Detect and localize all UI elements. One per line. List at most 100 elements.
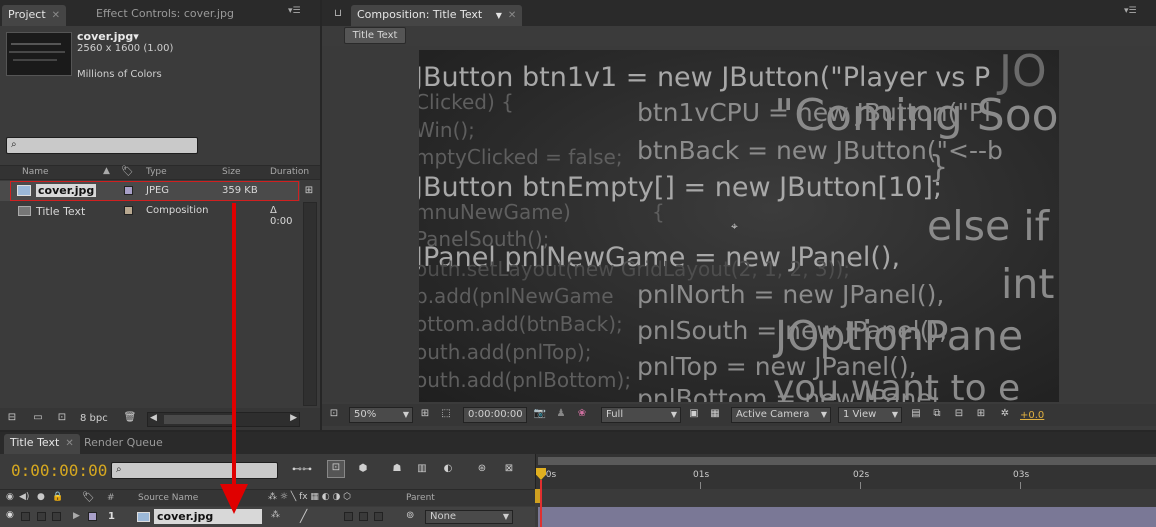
- project-search-input[interactable]: ⌕: [6, 137, 198, 154]
- 3d-layer-switch[interactable]: [374, 512, 383, 521]
- bpc-label[interactable]: 8 bpc: [80, 413, 108, 424]
- project-item-title-text[interactable]: Title Text Composition Δ 0:00: [0, 202, 300, 227]
- image-icon: [137, 512, 150, 522]
- trash-icon[interactable]: 🗑: [123, 411, 137, 425]
- label-tag-icon[interactable]: 🏷: [121, 166, 134, 177]
- fast-previews-icon[interactable]: ⧉: [930, 407, 944, 421]
- comp-timecode[interactable]: 0:00:00:00: [463, 407, 527, 423]
- column-size[interactable]: Size: [222, 167, 240, 177]
- close-icon[interactable]: ✕: [508, 10, 516, 21]
- panel-menu-icon[interactable]: ▾☰: [288, 7, 302, 16]
- timeline-tabbar: [0, 432, 1156, 454]
- audio-icon[interactable]: ◀): [19, 492, 29, 502]
- solo-toggle[interactable]: [37, 512, 46, 521]
- tab-project[interactable]: Project ✕: [2, 5, 67, 26]
- mask-visibility-icon[interactable]: ⬚: [439, 407, 453, 421]
- project-horizontal-scrollbar[interactable]: ◀ ▶: [147, 412, 300, 427]
- brainstorm-icon[interactable]: ⊠: [501, 462, 517, 476]
- parent-dropdown[interactable]: None ▼: [425, 510, 513, 524]
- motion-blur-icon[interactable]: ◐: [440, 462, 456, 476]
- timeline-icon[interactable]: ⊟: [952, 407, 966, 421]
- tab-composition[interactable]: Composition: Title Text ▼ ✕: [351, 5, 523, 26]
- live-update-icon[interactable]: ⊡: [327, 460, 345, 478]
- label-tag-icon[interactable]: 🏷: [82, 492, 95, 503]
- resolution-dropdown[interactable]: Full ▼: [601, 407, 681, 423]
- timeline-timecode[interactable]: 0:00:00:00: [11, 461, 107, 480]
- project-vertical-scrollbar[interactable]: [303, 202, 317, 406]
- camera-value: Active Camera: [736, 409, 810, 420]
- solo-icon[interactable]: ●: [37, 492, 45, 502]
- composition-canvas[interactable]: JButton btn1v1 = new JButton("Player vs …: [419, 50, 1059, 402]
- new-folder-icon[interactable]: ▭: [31, 411, 45, 425]
- camera-dropdown[interactable]: Active Camera ▼: [731, 407, 831, 423]
- flowchart-icon[interactable]: ⊞: [302, 184, 316, 198]
- motion-blur-switch[interactable]: [359, 512, 368, 521]
- comp-breadcrumb-button[interactable]: Title Text: [344, 27, 406, 44]
- file-name[interactable]: cover.jpg▾: [77, 30, 139, 43]
- exposure-value[interactable]: +0.0: [1020, 410, 1044, 421]
- column-type[interactable]: Type: [146, 167, 167, 177]
- file-dimensions: 2560 x 1600 (1.00): [77, 43, 174, 54]
- timeline-panel: 0:00:00:00 ⌕ ⊷⊶ ⊡ ⬢ ☗ ▥ ◐ ⊛ ⊠ ◉ ◀) ● 🔒 🏷…: [0, 454, 1156, 527]
- visibility-eye-icon[interactable]: ◉: [6, 510, 14, 520]
- tab-timeline-title-text[interactable]: Title Text ✕: [4, 434, 80, 454]
- views-dropdown[interactable]: 1 View ▼: [838, 407, 902, 423]
- sort-up-icon[interactable]: ▲: [103, 166, 110, 176]
- code-line: JO: [999, 50, 1047, 97]
- zoom-dropdown[interactable]: 50% ▼: [349, 407, 413, 423]
- expand-arrow-icon[interactable]: ▶: [73, 511, 80, 521]
- timeline-header-bar: [535, 489, 1156, 506]
- shy-switch-icon[interactable]: ⁂: [271, 510, 280, 520]
- transparency-grid-icon[interactable]: ▦: [708, 407, 722, 421]
- code-line: mnuNewGame): [419, 200, 571, 224]
- flowchart-icon[interactable]: ⊞: [974, 407, 988, 421]
- column-name[interactable]: Name: [22, 167, 49, 177]
- timeline-search-input[interactable]: ⌕: [111, 462, 278, 479]
- fx-switch[interactable]: [344, 512, 353, 521]
- region-of-interest-icon[interactable]: ▣: [687, 407, 701, 421]
- layer-duration-bar[interactable]: [538, 507, 1156, 527]
- layer-row[interactable]: ◉ ▶ 1 cover.jpg ⁂ ╱ ⊚ None ▼: [0, 507, 535, 527]
- lock-toggle[interactable]: [52, 512, 61, 521]
- scroll-right-icon[interactable]: ▶: [290, 413, 297, 423]
- comp-mini-flowchart-icon[interactable]: ⊷⊶: [290, 463, 314, 477]
- chevron-down-icon[interactable]: ▼: [496, 11, 502, 20]
- tab-render-queue[interactable]: Render Queue: [78, 434, 169, 452]
- work-area-bar[interactable]: [538, 457, 1156, 465]
- layer-index: 1: [108, 511, 115, 522]
- tab-effect-controls[interactable]: Effect Controls: cover.jpg: [90, 5, 240, 23]
- column-source-name[interactable]: Source Name: [138, 493, 198, 503]
- pick-whip-icon[interactable]: ⊚: [406, 510, 414, 521]
- scroll-left-icon[interactable]: ◀: [150, 413, 157, 423]
- exposure-icon[interactable]: ✲: [998, 407, 1012, 421]
- quality-switch-icon[interactable]: ╱: [300, 509, 307, 523]
- anchor-point-crosshair[interactable]: ⌖: [731, 220, 743, 232]
- panel-menu-icon[interactable]: ▾☰: [1124, 7, 1138, 16]
- grid-icon[interactable]: ⊞: [418, 407, 432, 421]
- close-icon[interactable]: ✕: [65, 438, 73, 449]
- tab-render-queue-label: Render Queue: [84, 436, 163, 449]
- layer-switches-icons: ⁂ ☼ ╲ fx ▦ ◐ ◑ ⬡: [268, 492, 352, 502]
- layer-label-swatch[interactable]: [88, 512, 97, 521]
- lock-icon[interactable]: ⊔: [331, 7, 345, 21]
- camera-snapshot-icon[interactable]: 📷: [533, 407, 547, 421]
- graph-editor-icon[interactable]: ⊛: [474, 462, 490, 476]
- lock-icon[interactable]: 🔒: [52, 492, 63, 502]
- time-ruler[interactable]: 00s 01s 02s 03s: [535, 454, 1156, 489]
- new-composition-icon[interactable]: ⊡: [55, 411, 69, 425]
- column-duration[interactable]: Duration: [270, 167, 309, 177]
- eye-icon[interactable]: ◉: [6, 492, 14, 502]
- column-hash: #: [107, 493, 115, 503]
- always-preview-icon[interactable]: ⊡: [327, 407, 341, 421]
- show-snapshot-icon[interactable]: ♟: [554, 407, 568, 421]
- interpret-footage-icon[interactable]: ⊟: [5, 411, 19, 425]
- frame-blending-icon[interactable]: ▥: [414, 462, 430, 476]
- audio-toggle[interactable]: [21, 512, 30, 521]
- shy-icon[interactable]: ☗: [389, 462, 405, 476]
- layer-name[interactable]: cover.jpg: [154, 509, 262, 524]
- toggle-pixel-aspect-icon[interactable]: ▤: [909, 407, 923, 421]
- label-color-swatch[interactable]: [124, 206, 133, 215]
- channel-rgb-icon[interactable]: ❀: [575, 407, 589, 421]
- draft-3d-icon[interactable]: ⬢: [355, 462, 371, 476]
- close-icon[interactable]: ✕: [52, 10, 60, 21]
